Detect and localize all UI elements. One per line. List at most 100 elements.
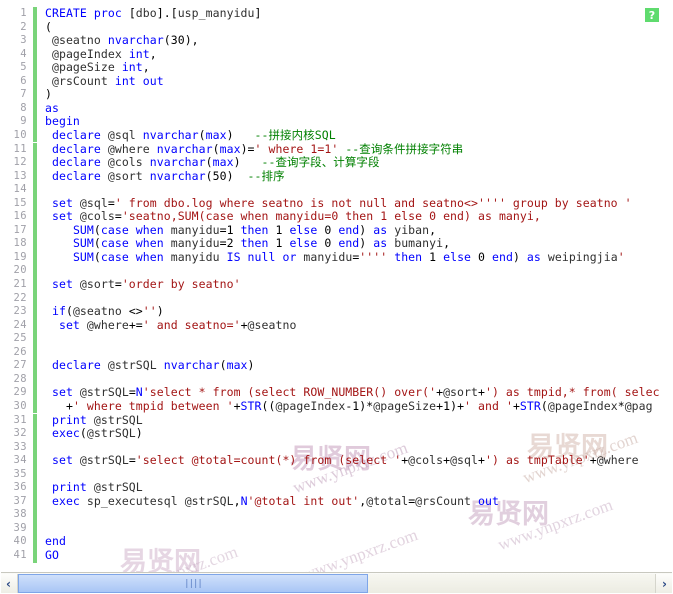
code-line[interactable]: 11 declare @where nvarchar(max)=' where …: [0, 142, 673, 157]
code-line[interactable]: 5 @pageSize int,: [0, 60, 673, 75]
code-line[interactable]: 21 set @sort='order by seatno': [0, 277, 673, 292]
code-line[interactable]: 14: [0, 183, 673, 197]
code-line[interactable]: 38: [0, 508, 673, 522]
code-line[interactable]: 41 GO: [0, 548, 673, 563]
code-line-text[interactable]: GO: [45, 548, 59, 563]
code-line[interactable]: 33: [0, 440, 673, 455]
code-line[interactable]: 17 SUM(case when manyidu=1 then 1 else 0…: [0, 223, 673, 238]
code-line[interactable]: 28: [0, 372, 673, 387]
change-bar-indicator: [33, 494, 37, 509]
code-line[interactable]: 20: [0, 264, 673, 278]
code-line-text[interactable]: as: [45, 101, 59, 116]
change-bar-indicator: [33, 264, 37, 278]
line-number: 19: [13, 250, 27, 263]
code-line-text[interactable]: declare @where nvarchar(max)=' where 1=1…: [45, 142, 463, 157]
code-line[interactable]: 12 declare @cols nvarchar(max) --查询字段、计算…: [0, 155, 673, 170]
code-line-text[interactable]: begin: [45, 115, 80, 129]
code-line[interactable]: 36 print @strSQL: [0, 480, 673, 495]
change-bar-indicator: [33, 250, 37, 265]
code-line-text[interactable]: @seatno nvarchar(30),: [45, 33, 199, 48]
help-badge-icon[interactable]: ?: [645, 8, 659, 22]
code-line[interactable]: 23 if(@seatno <>''): [0, 304, 673, 319]
code-line-text[interactable]: set @cols='seatno,SUM(case when manyidu=…: [45, 209, 541, 224]
code-line[interactable]: 10 declare @sql nvarchar(max) --拼接内核SQL: [0, 128, 673, 143]
code-line-text[interactable]: if(@seatno <>''): [45, 304, 164, 319]
code-line[interactable]: 2(: [0, 20, 673, 35]
code-line-text[interactable]: declare @sql nvarchar(max) --拼接内核SQL: [45, 128, 336, 143]
code-line-text[interactable]: ): [45, 88, 52, 102]
scrollbar-track[interactable]: ||||: [18, 574, 655, 593]
code-line[interactable]: 30 +' where tmpid between '+STR((@pageIn…: [0, 399, 673, 414]
code-line-text[interactable]: @pageSize int,: [45, 60, 150, 75]
code-line[interactable]: 7): [0, 88, 673, 102]
change-bar-indicator: [33, 332, 37, 346]
change-bar-indicator: [33, 74, 37, 89]
code-line[interactable]: 37 exec sp_executesql @strSQL,N'@total i…: [0, 494, 673, 509]
code-line[interactable]: 15 set @sql=' from dbo.log where seatno …: [0, 196, 673, 211]
code-line-text[interactable]: print @strSQL: [45, 413, 143, 428]
code-line-text[interactable]: set @sql=' from dbo.log where seatno is …: [45, 196, 632, 211]
code-line[interactable]: 32 exec(@strSQL): [0, 426, 673, 441]
code-line[interactable]: 26: [0, 345, 673, 360]
line-number: 37: [13, 494, 27, 507]
scroll-left-arrow-icon[interactable]: ‹: [0, 574, 18, 593]
line-number: 25: [13, 332, 27, 345]
line-number: 36: [13, 481, 27, 494]
code-line[interactable]: 3 @seatno nvarchar(30),: [0, 33, 673, 48]
code-line[interactable]: 13 declare @sort nvarchar(50) --排序: [0, 169, 673, 184]
code-line[interactable]: 6 @rsCount int out: [0, 74, 673, 89]
code-line-text[interactable]: declare @cols nvarchar(max) --查询字段、计算字段: [45, 155, 380, 170]
code-line[interactable]: 18 SUM(case when manyidu=2 then 1 else 0…: [0, 237, 673, 251]
code-line-text[interactable]: CREATE proc [dbo].[usp_manyidu]: [45, 6, 262, 21]
code-line-text[interactable]: set @where+=' and seatno='+@seatno: [45, 318, 296, 333]
code-line[interactable]: 27 declare @strSQL nvarchar(max): [0, 359, 673, 373]
code-line-text[interactable]: SUM(case when manyidu=2 then 1 else 0 en…: [45, 237, 450, 251]
code-line-text[interactable]: print @strSQL: [45, 480, 143, 495]
code-line-text[interactable]: declare @sort nvarchar(50) --排序: [45, 169, 285, 184]
code-line-text[interactable]: set @strSQL='select @total=count(*) from…: [45, 453, 639, 468]
code-line-text[interactable]: set @strSQL=N'select * from (select ROW_…: [45, 386, 660, 400]
horizontal-scrollbar[interactable]: ‹ |||| ›: [0, 572, 673, 594]
code-line[interactable]: 31 print @strSQL: [0, 413, 673, 428]
code-line[interactable]: 40 end: [0, 535, 673, 549]
code-line[interactable]: 25: [0, 332, 673, 346]
line-number: 8: [20, 101, 27, 114]
code-line[interactable]: 39: [0, 521, 673, 536]
scrollbar-thumb[interactable]: ||||: [18, 574, 368, 593]
code-line[interactable]: 8 as: [0, 101, 673, 116]
code-lines-container[interactable]: 1 CREATE proc [dbo].[usp_manyidu] 2(3 @sea…: [0, 0, 673, 572]
code-line-text[interactable]: exec sp_executesql @strSQL,N'@total int …: [45, 494, 499, 509]
code-line-text[interactable]: SUM(case when manyidu IS null or manyidu…: [45, 250, 625, 265]
code-line[interactable]: 35: [0, 467, 673, 482]
change-bar-indicator: [33, 156, 37, 170]
code-line[interactable]: 9 begin: [0, 115, 673, 129]
code-line[interactable]: 1 CREATE proc [dbo].[usp_manyidu]: [0, 6, 673, 21]
code-line[interactable]: 19 SUM(case when manyidu IS null or many…: [0, 250, 673, 265]
code-line-text[interactable]: (: [45, 20, 52, 35]
change-bar-indicator: [33, 427, 37, 441]
code-line[interactable]: 29 set @strSQL=N'select * from (select R…: [0, 386, 673, 400]
code-line-text[interactable]: set @sort='order by seatno': [45, 277, 241, 292]
line-number: 23: [13, 305, 27, 318]
change-bar-indicator: [33, 467, 37, 482]
change-bar-indicator: [33, 440, 37, 455]
code-line[interactable]: 22: [0, 291, 673, 306]
code-line-text[interactable]: end: [45, 535, 66, 549]
line-number: 34: [13, 454, 27, 467]
code-line-text[interactable]: @rsCount int out: [45, 74, 164, 89]
code-line-text[interactable]: declare @strSQL nvarchar(max): [45, 359, 255, 373]
code-editor-surface[interactable]: 易贤网 www.ynpxrz.com 易贤网 www.ynpxrz.com 易贤网 www…: [0, 0, 673, 572]
change-bar-indicator: [33, 454, 37, 468]
code-line[interactable]: 16 set @cols='seatno,SUM(case when manyi…: [0, 209, 673, 224]
change-bar-indicator: [33, 318, 37, 333]
change-bar-indicator: [33, 237, 37, 251]
code-line-text[interactable]: +' where tmpid between '+STR((@pageIndex…: [45, 399, 653, 414]
code-line-text[interactable]: @pageIndex int,: [45, 47, 157, 62]
code-line[interactable]: 34 set @strSQL='select @total=count(*) f…: [0, 453, 673, 468]
line-number: 13: [13, 169, 27, 182]
code-line[interactable]: 24 set @where+=' and seatno='+@seatno: [0, 318, 673, 333]
code-line[interactable]: 4 @pageIndex int,: [0, 47, 673, 62]
code-line-text[interactable]: SUM(case when manyidu=1 then 1 else 0 en…: [45, 223, 436, 238]
code-line-text[interactable]: exec(@strSQL): [45, 426, 143, 441]
scroll-right-arrow-icon[interactable]: ›: [655, 574, 673, 593]
